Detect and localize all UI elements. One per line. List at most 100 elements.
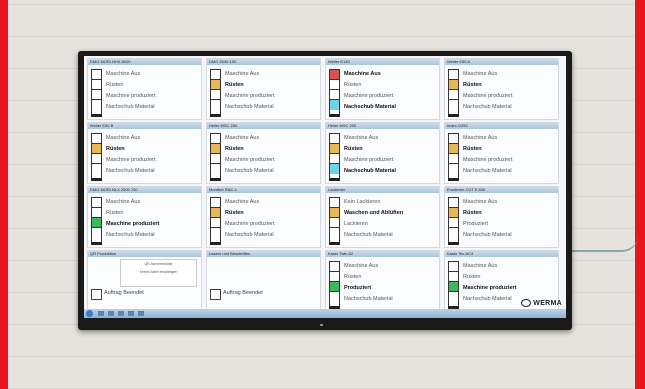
signal-tower-icon — [329, 261, 340, 307]
signal-light-segment — [449, 262, 458, 272]
machine-panel[interactable]: Montfort RNC-1 Maschine Aus Rüsten Maschine… — [206, 186, 321, 248]
signal-light-segment — [449, 282, 458, 292]
status-label: Maschine produziert — [344, 93, 394, 99]
status-label: Rüsten — [344, 146, 363, 152]
signal-tower-icon — [210, 133, 221, 179]
signal-light-segment — [92, 90, 101, 100]
signal-light-segment — [92, 70, 101, 80]
panel-title: Heller MSC 200 — [326, 123, 439, 129]
red-frame-right — [635, 0, 645, 389]
status-labels: Maschine Aus Rüsten Maschine produziert Nac… — [106, 197, 159, 241]
taskbar-app-icon[interactable] — [138, 311, 144, 316]
panel-title: Index G250 — [445, 123, 558, 129]
status-label: Produziert — [344, 285, 372, 291]
status-label: Rüsten — [463, 146, 482, 152]
signal-tower-icon — [448, 197, 459, 243]
status-labels: Maschine Aus Rüsten Produziert Nachschub Ma… — [463, 197, 512, 241]
start-button[interactable] — [86, 310, 93, 317]
signal-tower-base — [329, 178, 340, 181]
signal-tower-icon — [91, 69, 102, 115]
status-label: Maschine produziert — [463, 93, 513, 99]
panel-title: Kasto Tec AC4 — [445, 251, 558, 257]
machine-panel[interactable]: DMG MORI NHX 8000 Maschine Aus Rüsten Masch… — [87, 58, 202, 120]
status-labels: Maschine Aus Rüsten Maschine produziert Nac… — [225, 133, 275, 177]
status-label: Maschine Aus — [106, 71, 141, 77]
cable — [568, 236, 638, 252]
status-label: Maschine Aus — [106, 135, 141, 141]
machine-panel[interactable]: DMG DMU 100 Maschine Aus Rüsten Maschine pr… — [206, 58, 321, 120]
signal-tower-icon — [448, 133, 459, 179]
status-label: Nachschub Material — [106, 104, 155, 110]
machine-panel[interactable]: Kasto Twin A2 Maschine Aus Rüsten Produzier… — [325, 250, 440, 312]
signal-light-segment — [211, 80, 220, 90]
signal-light-segment — [92, 198, 101, 208]
taskbar — [84, 309, 566, 318]
status-label: Maschine Aus — [344, 263, 379, 269]
machine-panel[interactable]: Lasern und Beschriften Auftrag Beendet — [206, 250, 321, 312]
status-label: Maschine produziert — [225, 221, 275, 227]
taskbar-app-icon[interactable] — [128, 311, 134, 316]
status-label: Maschine produziert — [106, 221, 160, 227]
signal-light-segment — [92, 144, 101, 154]
machine-panel[interactable]: DMG MORI NLX 2500 700 Maschine Aus Rüsten M… — [87, 186, 202, 248]
qr-list-message: Keine Daten empfangen — [139, 270, 178, 274]
machine-panel[interactable]: Heller MSC 250 Maschine Aus Rüsten Maschine… — [206, 122, 321, 184]
machine-panel[interactable]: Weiler E130 Maschine Aus Rüsten Maschine pr… — [325, 58, 440, 120]
signal-tower-base — [91, 114, 102, 117]
signal-light-segment — [330, 262, 339, 272]
signal-light-segment — [211, 70, 220, 80]
dashboard-screen: DMG MORI NHX 8000 Maschine Aus Rüsten Masch… — [84, 56, 566, 318]
signal-tower-icon — [210, 197, 221, 243]
signal-light-segment — [92, 218, 101, 228]
panel-title: Weiler E130 — [326, 59, 439, 65]
panel-title: Erodieren CUT E 600 — [445, 187, 558, 193]
status-label: Maschine produziert — [106, 157, 156, 163]
signal-light-segment — [449, 80, 458, 90]
machine-panel[interactable]: Lackieren Kein Lackieren Waschen und Ablüf… — [325, 186, 440, 248]
panel-title: Weiler E50 B — [88, 123, 201, 129]
signal-tower-base — [210, 114, 221, 117]
werma-logo: WERMA — [521, 299, 562, 307]
status-labels: Maschine Aus Rüsten Maschine produziert Nac… — [225, 197, 275, 241]
panel-title: Montfort RNC-1 — [207, 187, 320, 193]
machine-panel[interactable]: QR Produktion QR-Nummernliste Keine Daten … — [87, 250, 202, 312]
status-labels: Maschine Aus Rüsten Maschine produziert Nac… — [344, 133, 396, 177]
signal-light-segment — [211, 154, 220, 164]
panel-title: DMG DMU 100 — [207, 59, 320, 65]
signal-tower-icon — [329, 69, 340, 115]
status-label: Rüsten — [106, 82, 124, 88]
signal-light-segment — [330, 208, 339, 218]
machine-panel[interactable]: Weiler E50 A Maschine Aus Rüsten Maschine p… — [444, 58, 559, 120]
power-led — [320, 324, 323, 326]
status-labels: Kein Lackieren Waschen und Ablüften Lackie… — [344, 197, 403, 241]
signal-light-segment — [330, 154, 339, 164]
signal-tower-base — [448, 242, 459, 245]
taskbar-app-icon[interactable] — [108, 311, 114, 316]
signal-tower-icon — [91, 133, 102, 179]
taskbar-app-icon[interactable] — [118, 311, 124, 316]
status-label: Maschine Aus — [463, 263, 498, 269]
signal-light-segment — [449, 198, 458, 208]
taskbar-app-icon[interactable] — [98, 311, 104, 316]
machine-panel[interactable]: Erodieren CUT E 600 Maschine Aus Rüsten Pro… — [444, 186, 559, 248]
machine-panel[interactable]: Index G250 Maschine Aus Rüsten Maschine pro… — [444, 122, 559, 184]
status-label: Nachschub Material — [106, 168, 155, 174]
order-finished-checkbox[interactable] — [210, 289, 221, 300]
status-label: Maschine produziert — [106, 93, 156, 99]
machine-panel[interactable]: Heller MSC 200 Maschine Aus Rüsten Maschine… — [325, 122, 440, 184]
signal-light-segment — [449, 100, 458, 110]
signal-light-segment — [449, 144, 458, 154]
status-label: Maschine Aus — [225, 199, 260, 205]
order-finished-checkbox[interactable] — [91, 289, 102, 300]
signal-light-segment — [330, 272, 339, 282]
status-label: Maschine Aus — [463, 135, 498, 141]
machine-panel[interactable]: Weiler E50 B Maschine Aus Rüsten Maschine p… — [87, 122, 202, 184]
panel-title: Weiler E50 A — [445, 59, 558, 65]
signal-tower-base — [210, 242, 221, 245]
status-labels: Maschine Aus Rüsten Maschine produziert Nac… — [106, 69, 156, 113]
signal-light-segment — [330, 282, 339, 292]
signal-tower-icon — [329, 133, 340, 179]
signal-light-segment — [211, 144, 220, 154]
signal-light-segment — [330, 80, 339, 90]
status-label: Maschine Aus — [344, 71, 381, 77]
